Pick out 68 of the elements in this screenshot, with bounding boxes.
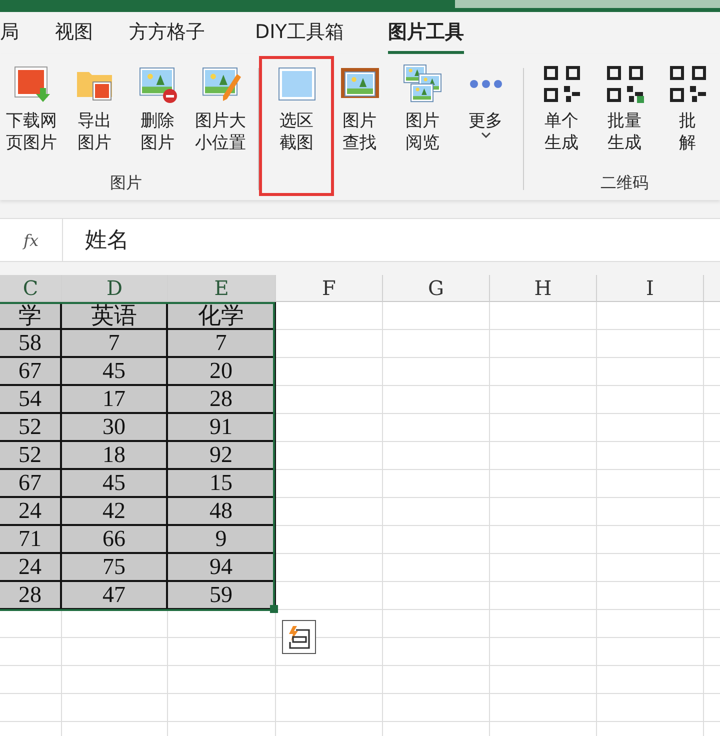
table-cell: 66 <box>62 526 168 554</box>
ribbon-tab[interactable]: 局 <box>0 12 19 54</box>
table-cell: 54 <box>0 386 62 414</box>
ribbon-button-label[interactable]: 图片大 小位置 <box>195 110 246 154</box>
column-header[interactable]: G <box>383 275 490 302</box>
table-cell: 30 <box>62 414 168 442</box>
table-cell: 45 <box>62 470 168 498</box>
group-label: 二维码 <box>600 173 648 194</box>
column-header[interactable]: H <box>490 275 597 302</box>
formula-field[interactable]: 姓名 <box>63 219 129 261</box>
ribbon-button-label[interactable]: 图片 查找 <box>342 110 376 154</box>
paste-options-button[interactable] <box>282 620 316 654</box>
table-cell: 58 <box>0 330 62 358</box>
ribbon-button-label[interactable]: 更多 <box>468 110 502 132</box>
table-cell: 52 <box>0 414 62 442</box>
table-cell: 45 <box>62 358 168 386</box>
column-header[interactable]: D <box>62 275 168 302</box>
table-cell: 24 <box>0 498 62 526</box>
table-cell: 52 <box>0 442 62 470</box>
table-cell: 42 <box>62 498 168 526</box>
ribbon-button-label[interactable]: 图片 阅览 <box>406 110 440 154</box>
table-cell: 20 <box>168 358 276 386</box>
ribbon-button-label[interactable]: 批 解 <box>679 110 696 154</box>
ribbon-tab[interactable]: 方方格子 <box>129 12 205 54</box>
ribbon-button-label[interactable]: 下载网 页图片 <box>6 110 57 154</box>
table-cell: 9 <box>168 526 276 554</box>
function-icon[interactable]: fx <box>24 230 38 250</box>
ribbon-button-label[interactable]: 选区 截图 <box>280 110 314 154</box>
table-cell: 15 <box>168 470 276 498</box>
images-icon <box>402 64 442 104</box>
more-icon <box>470 80 502 88</box>
ribbon-button-label[interactable]: 删除 图片 <box>140 110 174 154</box>
table-cell: 学 <box>0 302 62 330</box>
fill-handle[interactable] <box>270 605 278 613</box>
table-cell: 59 <box>168 582 276 610</box>
column-header[interactable]: E <box>168 275 276 302</box>
ribbon-tab[interactable]: 视图 <box>55 12 93 54</box>
qr-code-icon <box>542 64 582 104</box>
ribbon-button-label[interactable]: 单个 生成 <box>544 110 578 154</box>
table-cell: 化学 <box>168 302 276 330</box>
image-download-icon <box>12 64 52 104</box>
table-cell: 91 <box>168 414 276 442</box>
column-header[interactable]: F <box>276 275 383 302</box>
qr-code-icon <box>668 64 708 104</box>
table-cell: 71 <box>0 526 62 554</box>
group-label: 图片 <box>110 173 142 194</box>
table-cell: 75 <box>62 554 168 582</box>
column-header[interactable]: C <box>0 275 62 302</box>
table-cell: 28 <box>168 386 276 414</box>
table-cell: 7 <box>168 330 276 358</box>
qr-code-icon <box>604 64 644 104</box>
ribbon-button-label[interactable]: 批量 生成 <box>608 110 642 154</box>
ribbon-button-label[interactable]: 导出 图片 <box>78 110 112 154</box>
table-cell: 67 <box>0 470 62 498</box>
table-cell: 47 <box>62 582 168 610</box>
ribbon-tab[interactable]: DIY工具箱 <box>255 12 344 54</box>
table-cell: 94 <box>168 554 276 582</box>
column-header[interactable]: I <box>597 275 704 302</box>
table-cell: 7 <box>62 330 168 358</box>
table-cell: 28 <box>0 582 62 610</box>
table-cell: 92 <box>168 442 276 470</box>
table-cell: 48 <box>168 498 276 526</box>
table-cell: 67 <box>0 358 62 386</box>
table-cell: 17 <box>62 386 168 414</box>
table-cell: 英语 <box>62 302 168 330</box>
table-cell: 24 <box>0 554 62 582</box>
paste-options-icon <box>286 624 312 650</box>
table-cell: 18 <box>62 442 168 470</box>
